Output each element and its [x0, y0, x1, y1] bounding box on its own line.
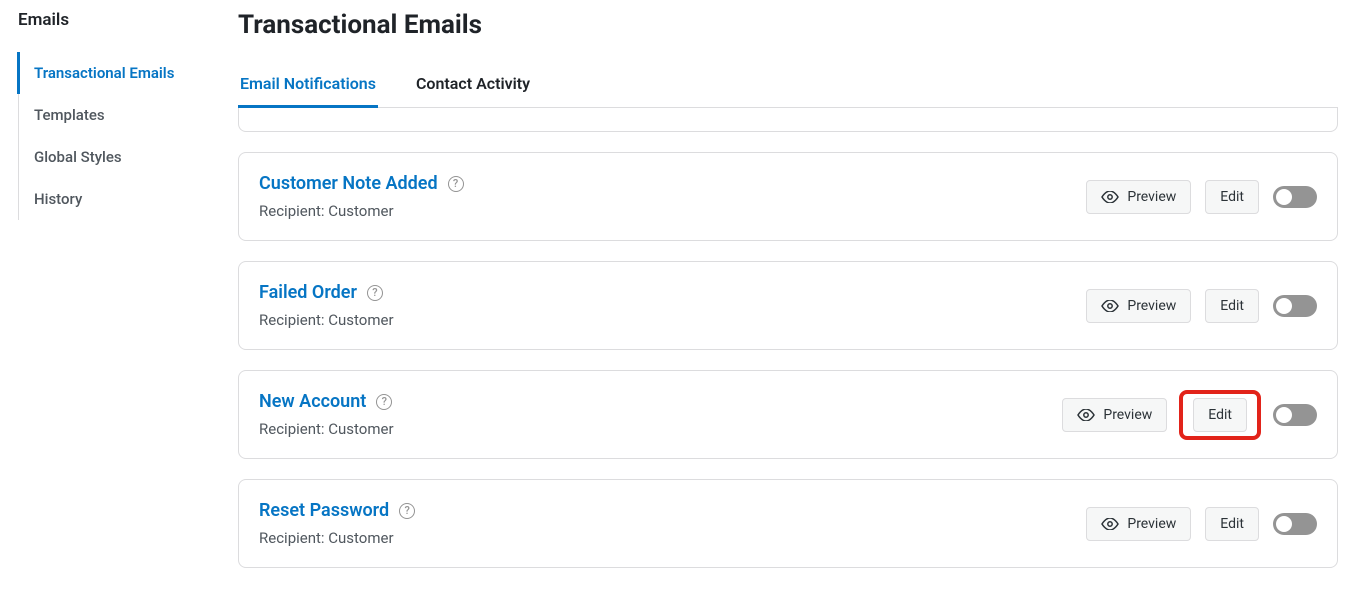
main-content: Transactional Emails Email Notifications… [220, 0, 1366, 599]
card-info: Customer Note Added ? Recipient: Custome… [259, 173, 464, 220]
card-actions: Preview Edit [1086, 289, 1317, 323]
tab-email-notifications[interactable]: Email Notifications [238, 66, 378, 108]
help-icon[interactable]: ? [399, 503, 415, 519]
toggle-switch[interactable] [1273, 295, 1317, 317]
card-recipient: Recipient: Customer [259, 529, 415, 547]
preview-label: Preview [1127, 189, 1176, 205]
eye-icon [1101, 300, 1119, 312]
email-card: New Account ? Recipient: Customer Previe… [238, 370, 1338, 459]
edit-button[interactable]: Edit [1193, 398, 1247, 432]
edit-button[interactable]: Edit [1205, 180, 1259, 214]
email-card: Failed Order ? Recipient: Customer Previ… [238, 261, 1338, 350]
preview-label: Preview [1127, 516, 1176, 532]
preview-button[interactable]: Preview [1086, 180, 1191, 214]
sidebar-title: Emails [18, 10, 220, 30]
preview-label: Preview [1127, 298, 1176, 314]
sidebar-item-global-styles[interactable]: Global Styles [17, 136, 220, 178]
sidebar-item-label: Transactional Emails [34, 64, 174, 82]
card-partial-top [238, 108, 1338, 132]
sidebar-item-history[interactable]: History [17, 178, 220, 220]
page-title: Transactional Emails [238, 10, 1338, 40]
tab-contact-activity[interactable]: Contact Activity [414, 66, 532, 108]
help-icon[interactable]: ? [376, 394, 392, 410]
card-title-link[interactable]: Customer Note Added [259, 173, 438, 194]
preview-button[interactable]: Preview [1086, 289, 1191, 323]
preview-button[interactable]: Preview [1086, 507, 1191, 541]
preview-button[interactable]: Preview [1062, 398, 1167, 432]
toggle-switch[interactable] [1273, 513, 1317, 535]
edit-button[interactable]: Edit [1205, 289, 1259, 323]
sidebar: Emails Transactional Emails Templates Gl… [0, 0, 220, 599]
edit-label: Edit [1220, 298, 1244, 314]
card-title-link[interactable]: Failed Order [259, 282, 357, 303]
toggle-switch[interactable] [1273, 404, 1317, 426]
help-icon[interactable]: ? [448, 176, 464, 192]
edit-button[interactable]: Edit [1205, 507, 1259, 541]
sidebar-item-label: Global Styles [34, 148, 122, 166]
highlight-annotation: Edit [1179, 390, 1261, 440]
sidebar-item-templates[interactable]: Templates [17, 94, 220, 136]
tab-label: Contact Activity [416, 74, 530, 93]
edit-label: Edit [1220, 189, 1244, 205]
card-title-link[interactable]: Reset Password [259, 500, 389, 521]
sidebar-item-label: History [34, 190, 82, 208]
card-actions: Preview Edit [1086, 180, 1317, 214]
sidebar-item-label: Templates [34, 106, 105, 124]
tabs: Email Notifications Contact Activity [238, 66, 1338, 108]
card-info: Reset Password ? Recipient: Customer [259, 500, 415, 547]
email-card: Reset Password ? Recipient: Customer Pre… [238, 479, 1338, 568]
eye-icon [1101, 191, 1119, 203]
card-actions: Preview Edit [1062, 394, 1317, 436]
card-recipient: Recipient: Customer [259, 202, 464, 220]
card-title-link[interactable]: New Account [259, 391, 366, 412]
card-actions: Preview Edit [1086, 507, 1317, 541]
card-recipient: Recipient: Customer [259, 311, 394, 329]
card-info: New Account ? Recipient: Customer [259, 391, 394, 438]
tab-label: Email Notifications [240, 74, 376, 93]
card-recipient: Recipient: Customer [259, 420, 394, 438]
edit-label: Edit [1220, 516, 1244, 532]
sidebar-item-transactional-emails[interactable]: Transactional Emails [17, 52, 220, 94]
email-card: Customer Note Added ? Recipient: Custome… [238, 152, 1338, 241]
preview-label: Preview [1103, 407, 1152, 423]
help-icon[interactable]: ? [367, 285, 383, 301]
toggle-switch[interactable] [1273, 186, 1317, 208]
card-info: Failed Order ? Recipient: Customer [259, 282, 394, 329]
edit-label: Edit [1208, 407, 1232, 423]
eye-icon [1077, 409, 1095, 421]
sidebar-list: Transactional Emails Templates Global St… [18, 52, 220, 220]
eye-icon [1101, 518, 1119, 530]
